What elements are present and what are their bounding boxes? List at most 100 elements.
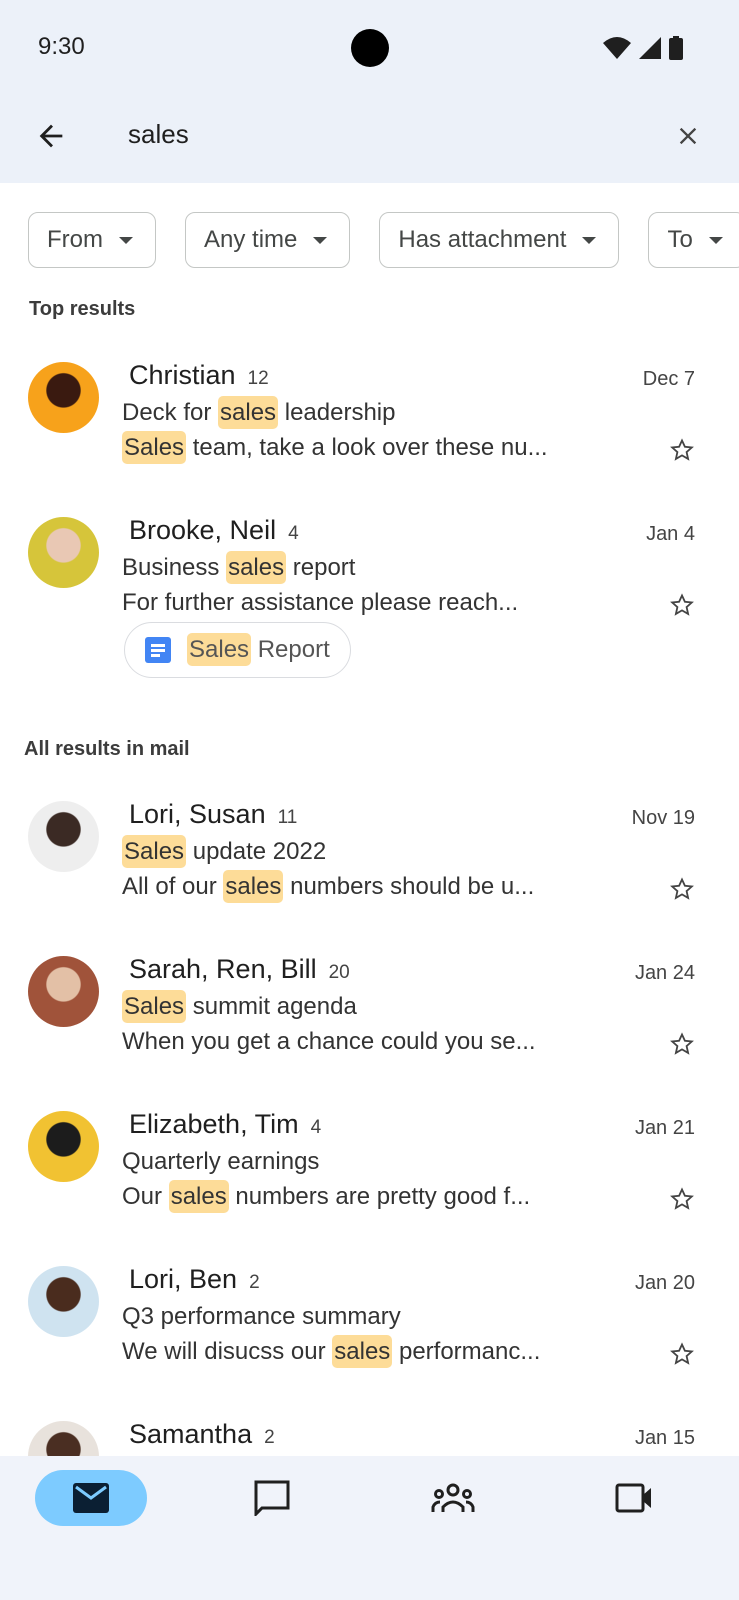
email-row[interactable]: Sarah, Ren, Bill 20 Jan 24 Sales summit age…	[0, 954, 739, 1106]
text-segment: Our	[122, 1183, 169, 1210]
battery-icon	[669, 36, 683, 60]
star-icon[interactable]	[670, 877, 694, 901]
thread-count: 11	[277, 807, 298, 828]
subject: Q3 performance summary	[122, 1303, 401, 1331]
close-icon[interactable]	[674, 122, 702, 150]
text-segment: numbers are pretty good f...	[228, 1183, 531, 1210]
thread-count: 2	[264, 1427, 275, 1448]
preview: For further assistance please reach...	[122, 589, 518, 617]
email-row[interactable]: Brooke, Neil 4 Jan 4 Business sales report F…	[0, 515, 739, 678]
preview: Sales team, take a look over these nu...	[122, 431, 548, 464]
status-bar: 9:30	[0, 0, 739, 95]
avatar	[28, 1111, 99, 1182]
preview: Our sales numbers are pretty good f...	[122, 1180, 531, 1213]
highlighted-term: Sales	[122, 990, 187, 1023]
nav-spaces[interactable]	[397, 1470, 509, 1526]
highlighted-term: sales	[223, 870, 284, 903]
avatar	[28, 517, 99, 588]
signal-icon	[639, 37, 661, 59]
subject: Business sales report	[122, 551, 356, 584]
subject: Deck for sales leadership	[122, 396, 395, 429]
sender-name: Samantha 2	[129, 1419, 275, 1450]
date: Nov 19	[631, 807, 695, 829]
email-row[interactable]: Christian 12 Dec 7 Deck for sales leadershi…	[0, 360, 739, 512]
text-segment: Deck for	[122, 399, 219, 426]
highlighted-term: Sales	[122, 431, 187, 464]
attachment-chip[interactable]: Sales Report	[124, 622, 351, 678]
sender-name: Sarah, Ren, Bill 20	[129, 954, 350, 985]
text-segment: Business	[122, 554, 227, 581]
dropdown-icon	[708, 236, 723, 244]
filter-from[interactable]: From	[28, 212, 156, 268]
text-segment: update 2022	[186, 838, 327, 865]
docs-icon	[145, 637, 171, 663]
text-segment: team, take a look over these nu...	[186, 434, 548, 461]
chip-label: Has attachment	[398, 226, 567, 253]
dropdown-icon	[582, 236, 597, 244]
thread-count: 2	[249, 1272, 260, 1293]
nav-mail[interactable]	[35, 1470, 147, 1526]
search-bar: sales	[0, 95, 739, 183]
text-segment: Quarterly earnings	[122, 1148, 320, 1175]
highlighted-term: sales	[226, 551, 287, 584]
sender: Christian	[129, 360, 236, 390]
dropdown-icon	[313, 236, 328, 244]
thread-count: 4	[288, 523, 299, 544]
sender-name: Elizabeth, Tim 4	[129, 1109, 321, 1140]
thread-count: 4	[310, 1117, 322, 1138]
preview: We will disucss our sales performanc...	[122, 1335, 541, 1368]
email-row[interactable]: Lori, Susan 11 Nov 19 Sales update 2022 All …	[0, 799, 739, 951]
sender-name: Christian 12	[129, 360, 269, 391]
text-segment: Report	[251, 636, 330, 663]
search-input[interactable]: sales	[128, 119, 189, 150]
text-segment: performanc...	[392, 1338, 541, 1365]
sender-name: Lori, Susan 11	[129, 799, 297, 830]
avatar	[28, 801, 99, 872]
star-icon[interactable]	[670, 593, 694, 617]
subject: Sales update 2022	[122, 835, 327, 868]
bottom-nav	[0, 1456, 739, 1600]
nav-chat[interactable]	[216, 1470, 328, 1526]
date: Dec 7	[642, 368, 695, 390]
dropdown-icon	[119, 236, 133, 244]
chip-label: From	[47, 226, 103, 253]
filter-has-attachment[interactable]: Has attachment	[379, 212, 620, 268]
avatar	[28, 362, 99, 433]
date: Jan 15	[634, 1427, 695, 1449]
star-icon[interactable]	[670, 1032, 694, 1056]
filter-chips: From Any time Has attachment To	[28, 212, 739, 268]
thread-count: 20	[328, 962, 350, 983]
sender-name: Brooke, Neil 4	[129, 515, 299, 546]
sender: Elizabeth, Tim	[129, 1109, 299, 1139]
chat-icon	[254, 1480, 290, 1516]
sender: Sarah, Ren, Bill	[129, 954, 317, 984]
spaces-icon	[431, 1483, 475, 1512]
highlighted-term: Sales	[122, 835, 187, 868]
preview: When you get a chance could you se...	[122, 1028, 536, 1056]
highlighted-term: Sales	[187, 633, 252, 666]
chip-label: To	[667, 226, 693, 253]
section-top-results: Top results	[29, 298, 136, 320]
back-arrow-icon[interactable]	[34, 119, 68, 153]
highlighted-term: sales	[218, 396, 279, 429]
preview: All of our sales numbers should be u...	[122, 870, 534, 903]
email-row[interactable]: Elizabeth, Tim 4 Jan 21 Quarterly earnings O…	[0, 1109, 739, 1261]
star-icon[interactable]	[670, 1342, 694, 1366]
wifi-icon	[603, 37, 631, 59]
text-segment: report	[286, 554, 356, 581]
date: Jan 20	[634, 1272, 695, 1294]
email-row[interactable]: Lori, Ben 2 Jan 20 Q3 performance summary We…	[0, 1264, 739, 1416]
nav-meet[interactable]	[578, 1470, 690, 1526]
subject: Quarterly earnings	[122, 1148, 319, 1176]
date: Jan 24	[634, 962, 695, 984]
star-icon[interactable]	[670, 1187, 694, 1211]
camera-cutout	[351, 29, 389, 67]
star-icon[interactable]	[670, 438, 694, 462]
sender: Brooke, Neil	[129, 515, 277, 545]
meet-icon	[615, 1483, 651, 1513]
filter-any-time[interactable]: Any time	[185, 212, 351, 268]
text-segment: For further assistance please reach...	[122, 589, 519, 616]
date: Jan 4	[646, 523, 695, 545]
section-all-results: All results in mail	[24, 738, 190, 760]
filter-to[interactable]: To	[648, 212, 739, 268]
